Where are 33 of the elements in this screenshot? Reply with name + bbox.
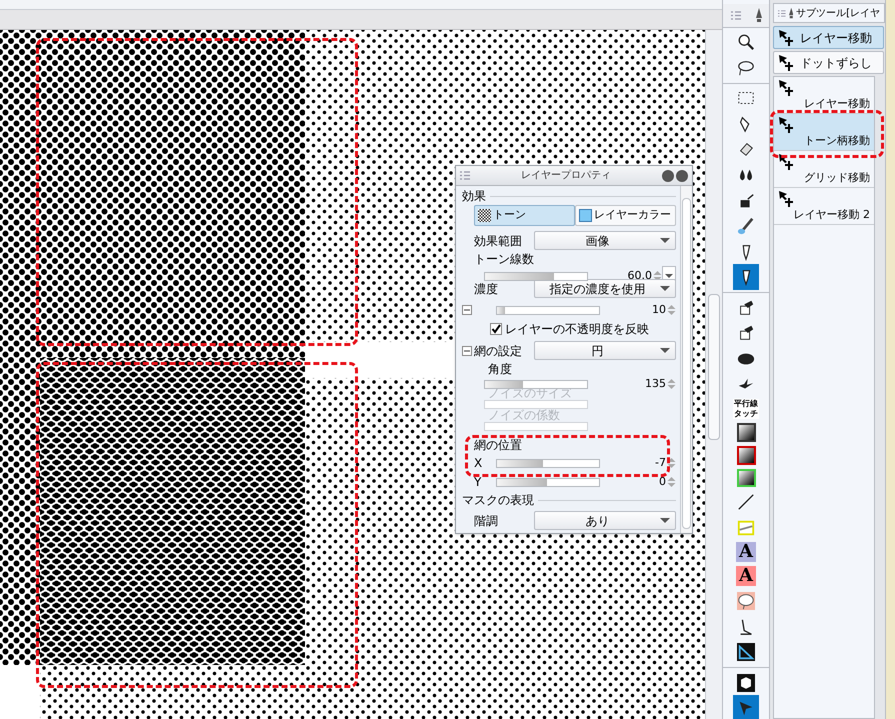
group-label: 網の位置 bbox=[474, 437, 522, 454]
field-label: 階調 bbox=[474, 512, 498, 530]
dialog-title: レイヤープロパティ bbox=[520, 168, 612, 183]
subtool-item[interactable]: レイヤー移動 2 bbox=[774, 188, 874, 225]
value-text: 10 bbox=[652, 302, 666, 318]
field-label: 効果範囲 bbox=[474, 232, 522, 250]
field-label: 角度 bbox=[487, 363, 513, 376]
effect-tab[interactable]: レイヤーカラー bbox=[575, 205, 676, 226]
field-label: ノイズの係数 bbox=[487, 409, 561, 422]
section-label: 効果 bbox=[462, 188, 486, 205]
tool-button[interactable]: 平行線タッチ bbox=[733, 399, 759, 420]
subtool-tab[interactable]: サブツール[レイヤ bbox=[773, 3, 885, 23]
field-label: X bbox=[474, 455, 484, 472]
section-label: マスクの表現 bbox=[462, 492, 534, 509]
text-tool-button[interactable]: A bbox=[736, 566, 756, 586]
dropdown[interactable]: 指定の濃度を使用 bbox=[534, 279, 676, 298]
dropdown[interactable]: 画像 bbox=[534, 231, 676, 250]
subtool-group-button[interactable]: レイヤー移動 bbox=[773, 26, 884, 49]
checkbox-label: レイヤーの不透明度を反映 bbox=[505, 321, 649, 338]
field-label: Y bbox=[474, 474, 482, 491]
value-text: -7 bbox=[655, 454, 666, 471]
dropdown[interactable]: 円 bbox=[534, 341, 676, 360]
value-text: 0 bbox=[659, 474, 666, 490]
value-text: 135 bbox=[645, 376, 666, 392]
field-label: 濃度 bbox=[474, 280, 498, 298]
effect-tab[interactable]: トーン bbox=[474, 205, 575, 226]
subtool-group-button[interactable]: ドットずらし bbox=[773, 51, 884, 74]
subtool-item[interactable]: グリッド移動 bbox=[774, 151, 874, 188]
subtool-item[interactable]: トーン柄移動 bbox=[774, 114, 874, 151]
field-label: 網の設定 bbox=[474, 342, 522, 360]
text-tool-button[interactable]: A bbox=[736, 542, 756, 562]
dropdown[interactable]: あり bbox=[534, 511, 676, 530]
field-label: トーン線数 bbox=[474, 253, 535, 266]
